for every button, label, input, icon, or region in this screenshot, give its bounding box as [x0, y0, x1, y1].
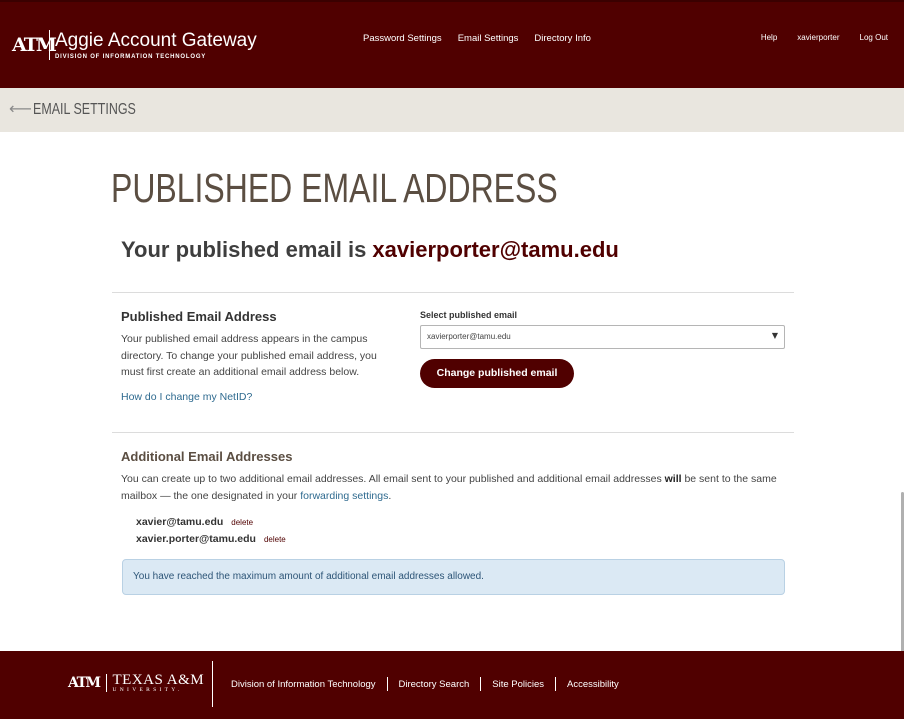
footer-link-site-policies[interactable]: Site Policies: [492, 679, 544, 690]
utility-nav: Help xavierporter Log Out: [741, 33, 888, 42]
footer-link-directory-search[interactable]: Directory Search: [399, 679, 470, 690]
published-email-value: xavierporter@tamu.edu: [372, 237, 619, 262]
select-published-label: Select published email: [420, 310, 518, 320]
nav-email-settings[interactable]: Email Settings: [458, 33, 519, 44]
footer-divider: [212, 661, 213, 707]
change-netid-link[interactable]: How do I change my NetID?: [121, 391, 252, 403]
delete-alias-button[interactable]: delete: [231, 518, 253, 527]
help-link[interactable]: Help: [761, 33, 777, 42]
footer-link-separator: [386, 677, 388, 691]
page-title: PUBLISHED EMAIL ADDRESS: [111, 165, 558, 211]
footer-link-separator: [555, 677, 557, 691]
select-value: xavierporter@tamu.edu: [427, 332, 511, 341]
additional-section-heading: Additional Email Addresses: [121, 449, 293, 464]
alias-email: xavier@tamu.edu: [136, 516, 224, 528]
additional-section-description: You can create up to two additional emai…: [121, 471, 791, 505]
published-section-heading: Published Email Address: [121, 309, 277, 324]
texas-am-logo[interactable]: ATM TEXAS A&M UNIVERSITY.: [68, 672, 205, 694]
forwarding-settings-link[interactable]: forwarding settings: [300, 490, 388, 502]
alias-email: xavier.porter@tamu.edu: [136, 533, 256, 545]
breadcrumb-label[interactable]: EMAIL SETTINGS: [33, 101, 136, 119]
tamu-logo-icon: ATM: [68, 675, 101, 691]
list-item: xavier@tamu.edu delete: [136, 516, 253, 528]
nav-directory-info[interactable]: Directory Info: [534, 33, 591, 44]
logout-link[interactable]: Log Out: [860, 33, 888, 42]
delete-alias-button[interactable]: delete: [264, 535, 286, 544]
change-published-email-button[interactable]: Change published email: [420, 359, 574, 388]
footer-logo-text: TEXAS A&M UNIVERSITY.: [112, 672, 205, 694]
divider: [112, 432, 794, 433]
desc-bold-word: will: [664, 473, 682, 485]
user-link[interactable]: xavierporter: [797, 33, 839, 42]
published-email-select[interactable]: xavierporter@tamu.edu ▼: [420, 325, 785, 349]
logo-divider: [105, 674, 107, 692]
footer-link-dit[interactable]: Division of Information Technology: [231, 679, 376, 690]
max-aliases-alert: You have reached the maximum amount of a…: [122, 559, 785, 595]
desc-text-1: You can create up to two additional emai…: [121, 473, 665, 485]
footer-links: Division of Information Technology Direc…: [231, 677, 619, 691]
app-title: Aggie Account Gateway: [55, 30, 257, 51]
aggie-gateway-logo[interactable]: ATM Aggie Account Gateway DIVISION OF IN…: [12, 30, 257, 60]
caret-down-icon: ▼: [771, 331, 778, 340]
app-subtitle: DIVISION OF INFORMATION TECHNOLOGY: [55, 54, 207, 60]
published-section-description: Your published email address appears in …: [121, 333, 377, 378]
published-prefix: Your published email is: [121, 237, 373, 262]
desc-text-end: .: [388, 490, 392, 502]
divider: [112, 292, 794, 293]
logo-text: Aggie Account Gateway DIVISION OF INFORM…: [55, 30, 257, 60]
back-arrow-icon[interactable]: ⟵: [9, 99, 32, 118]
nav-password-settings[interactable]: Password Settings: [363, 33, 442, 44]
footer-link-accessibility[interactable]: Accessibility: [567, 679, 619, 690]
main-nav: Password Settings Email Settings Directo…: [363, 33, 607, 44]
site-header: ATM Aggie Account Gateway DIVISION OF IN…: [0, 0, 904, 88]
alert-text: You have reached the maximum amount of a…: [133, 571, 484, 582]
breadcrumb-bar: ⟵ EMAIL SETTINGS: [0, 88, 904, 132]
site-footer: ATM TEXAS A&M UNIVERSITY. Division of In…: [0, 651, 904, 719]
tamu-logo-icon: ATM: [12, 34, 57, 56]
university-name: TEXAS A&M: [112, 672, 205, 688]
footer-link-separator: [480, 677, 482, 691]
published-email-summary: Your published email is xavierporter@tam…: [121, 237, 619, 263]
list-item: xavier.porter@tamu.edu delete: [136, 533, 286, 545]
